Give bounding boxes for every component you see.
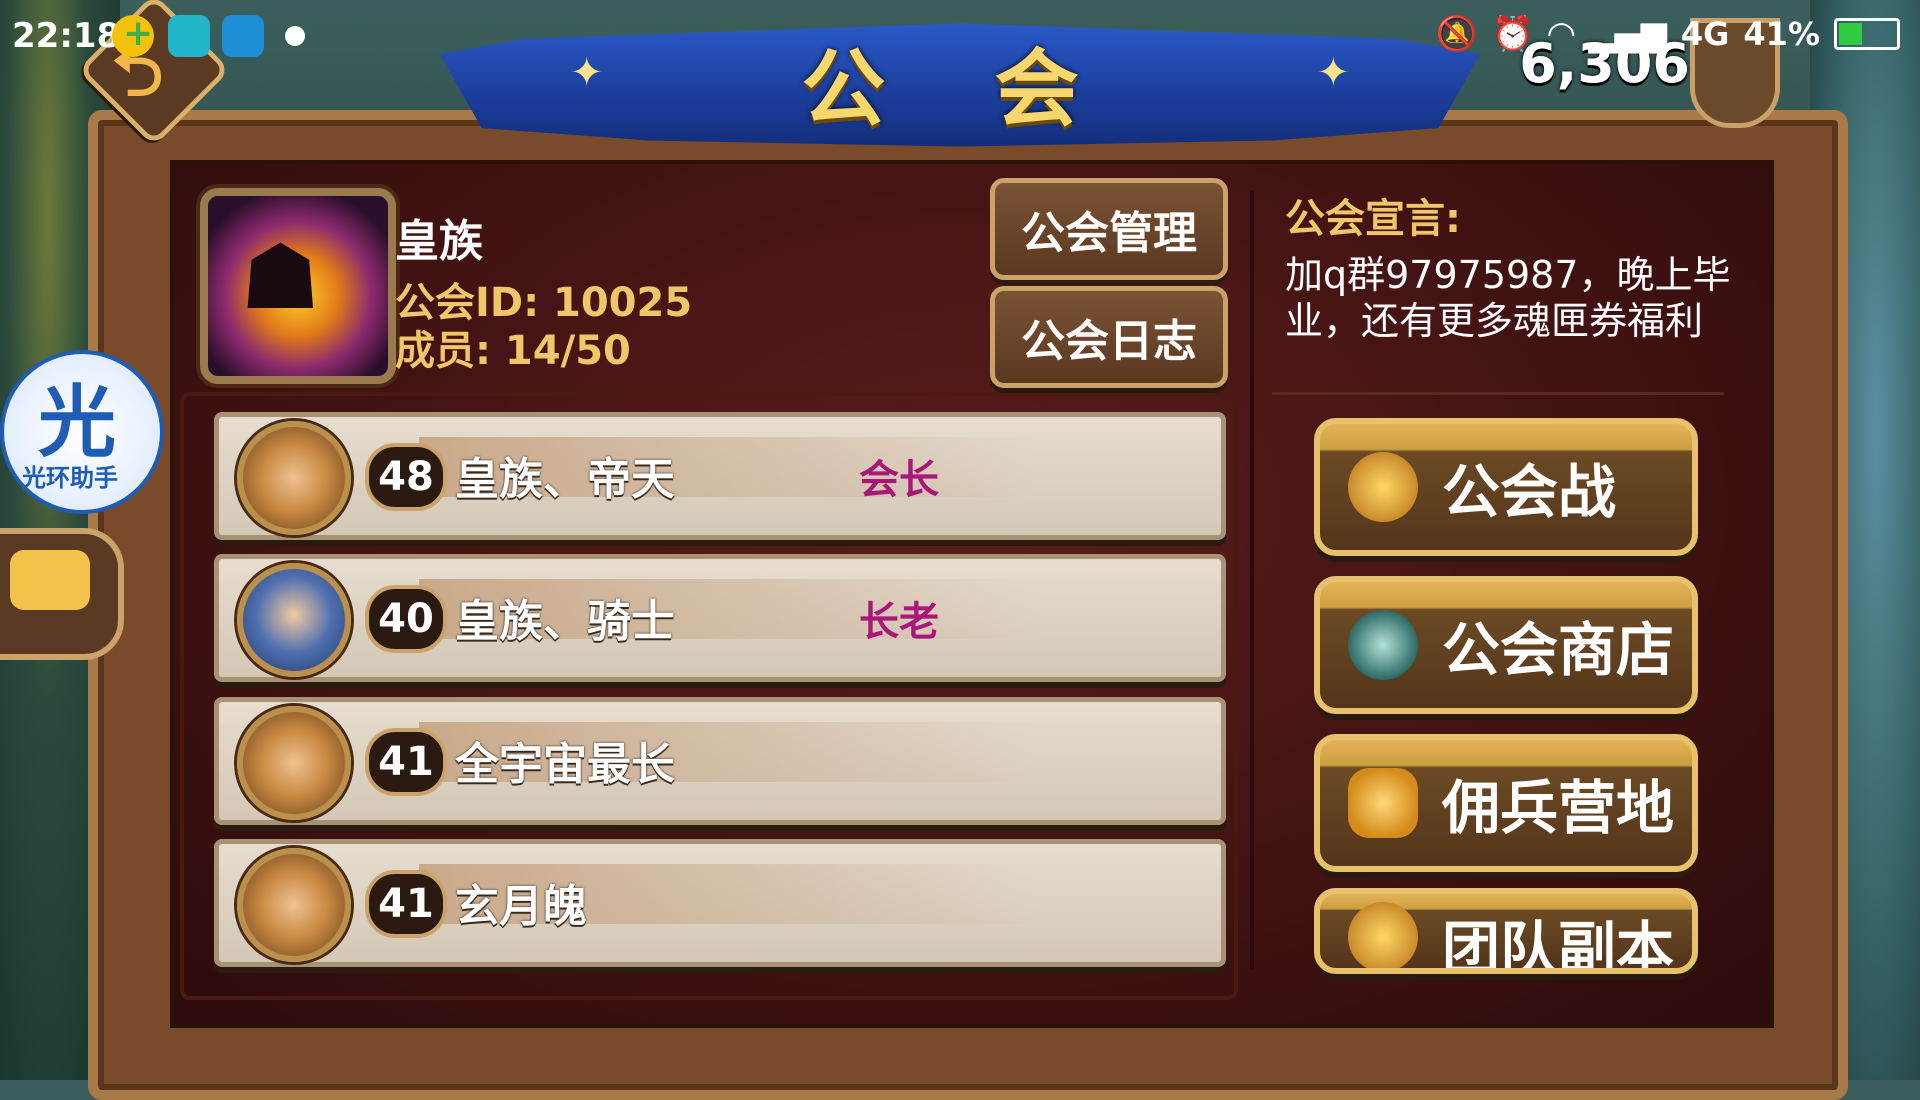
declaration-divider	[1272, 392, 1724, 395]
team-dungeon-label: 团队副本	[1442, 915, 1675, 974]
list-item[interactable]: 48 皇族、帝天 会长	[214, 412, 1226, 540]
guild-shop-label: 公会商店	[1442, 616, 1675, 684]
status-bar: 22:18 🔕 ⏰ ◠ ▂▄▆ 4G 41%	[0, 0, 1920, 72]
level-badge: 41	[365, 870, 447, 938]
plus-circle-icon	[112, 13, 154, 57]
member-name: 全宇宙最长	[455, 739, 675, 790]
bell-off-icon: 🔕	[1435, 14, 1478, 54]
member-rank: 长老	[859, 599, 939, 645]
demon-emblem-icon: ☗	[240, 225, 321, 330]
helper-glyph: 光	[38, 378, 117, 468]
warrior-avatar	[237, 706, 351, 820]
wifi-icon: ◠	[1548, 14, 1575, 54]
level-badge: 48	[365, 443, 447, 511]
guild-members: 成员: 14/50	[395, 328, 631, 374]
team-dungeon-button[interactable]: 团队副本	[1314, 888, 1698, 974]
guild-shop-button[interactable]: 公会商店	[1314, 576, 1698, 714]
member-name: 皇族、骑士	[455, 596, 675, 647]
knight-avatar	[237, 563, 351, 677]
network-type: 4G	[1680, 15, 1730, 53]
people-icon	[1348, 768, 1418, 838]
helper-label: 光环助手	[22, 464, 118, 492]
battery-percent: 41%	[1743, 15, 1820, 53]
list-item[interactable]: 40 皇族、骑士 长老	[214, 554, 1226, 682]
battery-fill	[1839, 23, 1862, 45]
coin-icon	[1348, 610, 1418, 680]
warrior-avatar	[237, 848, 351, 962]
member-rank: 会长	[859, 457, 939, 503]
flag-icon	[1348, 452, 1418, 522]
declaration-title: 公会宣言:	[1285, 196, 1461, 242]
level-badge: 41	[365, 728, 447, 796]
guild-manage-button[interactable]: 公会管理	[990, 178, 1228, 280]
level-badge: 40	[365, 585, 447, 653]
chat-bubble-icon	[10, 550, 90, 610]
guild-log-button[interactable]: 公会日志	[990, 286, 1228, 388]
battery-app-icon	[222, 15, 264, 57]
guild-war-button[interactable]: 公会战	[1314, 418, 1698, 556]
guild-war-label: 公会战	[1442, 458, 1617, 526]
column-divider	[1250, 190, 1254, 970]
status-right: 🔕 ⏰ ◠ ▂▄▆ 4G 41%	[1436, 14, 1900, 54]
signal-icon: ▂▄▆	[1588, 14, 1667, 54]
dot-icon	[285, 26, 305, 46]
list-item[interactable]: 41 全宇宙最长	[214, 697, 1226, 825]
alarm-icon: ⏰	[1491, 14, 1535, 54]
member-name: 玄月魄	[455, 881, 587, 932]
declaration-text: 加q群97975987，晚上毕业，还有更多魂匣券福利	[1285, 253, 1731, 343]
mercenary-camp-button[interactable]: 佣兵营地	[1314, 734, 1698, 872]
scan-icon	[168, 15, 210, 57]
list-item[interactable]: 41 玄月魄	[214, 839, 1226, 967]
lion-icon	[1348, 902, 1418, 968]
member-name: 皇族、帝天	[455, 454, 675, 505]
status-time: 22:18	[12, 16, 121, 56]
mercenary-camp-label: 佣兵营地	[1442, 774, 1675, 842]
warrior-avatar	[237, 421, 351, 535]
battery-icon	[1834, 18, 1900, 50]
guild-name: 皇族	[395, 216, 483, 267]
